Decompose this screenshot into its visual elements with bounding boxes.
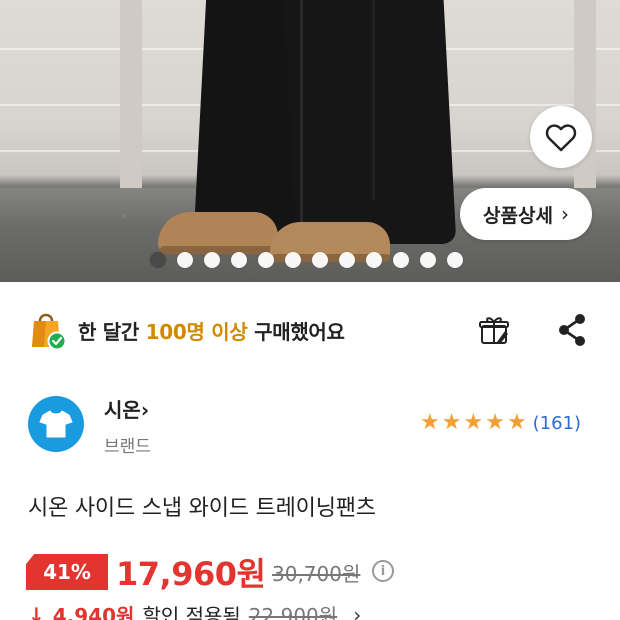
rating-stars: ★★★★★	[420, 412, 529, 434]
coupon-discount-row[interactable]: ↓ 4,940원 할인 적용됨 22,900원 ›	[28, 600, 361, 620]
carousel-dot[interactable]	[258, 252, 274, 268]
discount-badge: 41%	[26, 554, 108, 590]
carousel-dot[interactable]	[366, 252, 382, 268]
carousel-indicator	[150, 252, 463, 268]
banner-prefix: 한 달간	[78, 319, 146, 344]
carousel-dot[interactable]	[339, 252, 355, 268]
carousel-dot[interactable]	[447, 252, 463, 268]
carousel-dot[interactable]	[150, 252, 166, 268]
review-count[interactable]: (161)	[533, 413, 581, 434]
carousel-dot[interactable]	[231, 252, 247, 268]
gift-icon	[479, 317, 509, 344]
pants-fold	[372, 0, 375, 200]
wishlist-button[interactable]	[530, 106, 592, 168]
purchase-count-text: 한 달간 100명 이상 구매했어요	[78, 316, 345, 345]
star-icon: ★	[485, 410, 505, 435]
info-icon[interactable]: i	[372, 560, 394, 582]
star-icon: ★	[441, 410, 462, 435]
brand-type-label: 브랜드	[104, 437, 151, 457]
brand-name-link[interactable]: 시온›	[104, 394, 149, 423]
coupon-label: 할인 적용됨	[142, 604, 241, 620]
brand-logo[interactable]	[28, 396, 84, 452]
background-pole	[120, 0, 142, 190]
rating[interactable]: ★★★★★ (161)	[420, 412, 581, 434]
carousel-dot[interactable]	[393, 252, 409, 268]
product-detail-button[interactable]: 상품상세 ›	[460, 188, 592, 240]
carousel-dot[interactable]	[312, 252, 328, 268]
pants-fold	[300, 0, 303, 240]
product-detail-label: 상품상세	[483, 204, 553, 227]
star-icon: ★	[463, 410, 484, 435]
sale-price: 17,960원	[116, 555, 266, 593]
arrow-down-icon: ↓	[28, 602, 45, 620]
share-icon	[559, 314, 585, 346]
carousel-dot[interactable]	[285, 252, 301, 268]
banner-suffix: 구매했어요	[247, 319, 345, 344]
carousel-dot[interactable]	[177, 252, 193, 268]
shopping-bag-check-icon	[30, 309, 67, 351]
purchase-count-banner: 한 달간 100명 이상 구매했어요	[30, 308, 345, 352]
banner-highlight: 100명 이상	[145, 319, 248, 344]
coupon-amount: 4,940원	[52, 604, 135, 620]
brand-name: 시온	[104, 398, 141, 422]
carousel-dot[interactable]	[204, 252, 220, 268]
pants-right-leg	[283, 0, 457, 244]
tshirt-icon	[39, 410, 73, 438]
share-button[interactable]	[552, 310, 592, 350]
product-image-carousel[interactable]: 상품상세 ›	[0, 0, 620, 282]
chevron-right-icon: ›	[353, 602, 362, 620]
gift-button[interactable]	[474, 310, 514, 350]
star-icon: ★	[420, 410, 440, 435]
chevron-right-icon: ›	[140, 398, 150, 422]
coupon-previous-price: 22,900원	[248, 604, 338, 620]
star-icon: ★	[506, 410, 527, 435]
product-title: 시온 사이드 스냅 와이드 트레이닝팬츠	[28, 496, 376, 521]
original-price: 30,700원	[272, 562, 361, 586]
heart-icon	[545, 124, 577, 152]
carousel-dot[interactable]	[420, 252, 436, 268]
chevron-right-icon: ›	[560, 202, 569, 226]
